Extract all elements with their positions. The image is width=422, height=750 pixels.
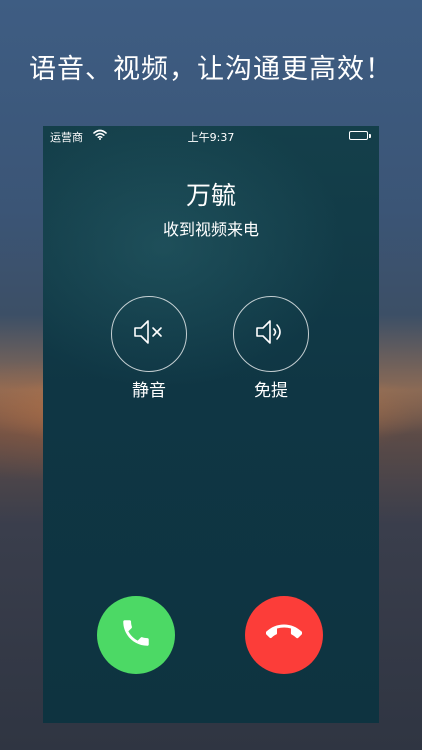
phone-hangup-icon — [265, 615, 303, 655]
battery-icon — [349, 131, 371, 141]
phone-screen: 运营商 上午9:37 万毓 收到视频来电 静音 免提 — [43, 126, 379, 723]
speaker-button[interactable]: 免提 — [233, 296, 311, 406]
status-bar: 运营商 上午9:37 — [43, 126, 379, 146]
mute-button[interactable]: 静音 — [111, 296, 189, 406]
decline-call-button[interactable] — [245, 596, 323, 674]
speaker-label: 免提 — [254, 381, 288, 401]
call-status: 收到视频来电 — [162, 220, 259, 239]
mute-label: 静音 — [132, 381, 166, 401]
promo-headline: 语音、视频，让沟通更高效！ — [29, 54, 393, 85]
speaker-circle[interactable] — [233, 296, 309, 372]
status-time: 上午9:37 — [187, 131, 235, 144]
caller-name: 万毓 — [185, 181, 236, 210]
speaker-on-icon — [253, 317, 289, 351]
phone-icon — [119, 616, 153, 654]
answer-call-button[interactable] — [97, 596, 175, 674]
speaker-mute-icon — [131, 317, 167, 351]
mute-circle[interactable] — [111, 296, 187, 372]
